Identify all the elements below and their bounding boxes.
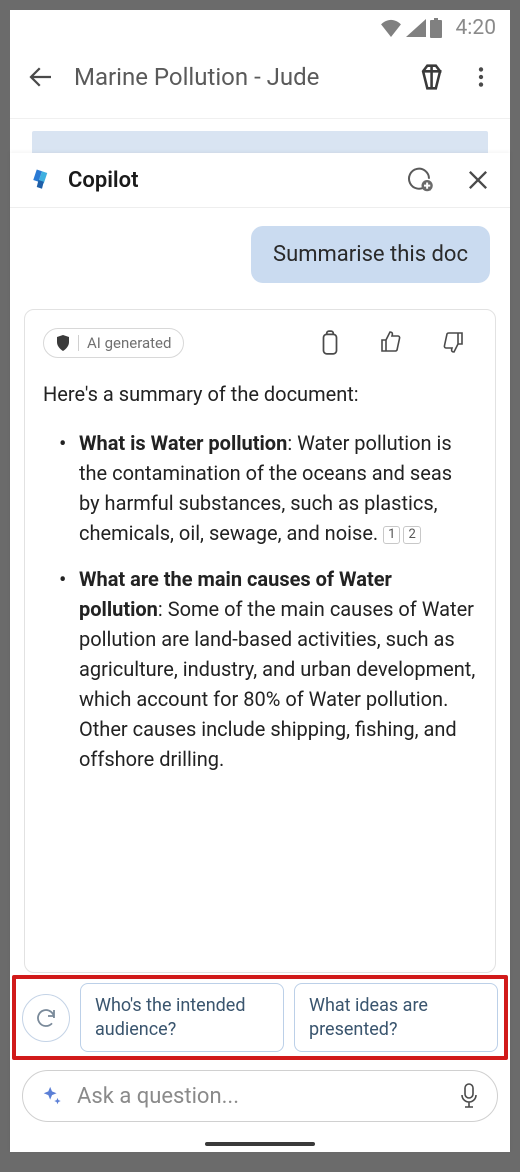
summary-bullet: What are the main causes of Water pollut… bbox=[63, 564, 477, 774]
document-preview-strip bbox=[32, 131, 488, 153]
chat-input[interactable]: Ask a question... bbox=[22, 1070, 498, 1122]
suggestion-chip-audience[interactable]: Who's the intended audience? bbox=[80, 983, 284, 1052]
citation-chip[interactable]: 1 bbox=[383, 526, 400, 544]
user-message-bubble: Summarise this doc bbox=[251, 226, 490, 283]
status-time: 4:20 bbox=[456, 16, 497, 40]
ai-badge-divider bbox=[78, 335, 79, 351]
suggestion-chip-ideas[interactable]: What ideas are presented? bbox=[294, 983, 498, 1052]
copilot-title: Copilot bbox=[68, 168, 392, 193]
more-menu-icon[interactable] bbox=[468, 64, 494, 90]
copilot-header: Copilot bbox=[10, 153, 510, 208]
copilot-logo-icon bbox=[28, 166, 56, 194]
document-title: Marine Pollution - Jude bbox=[74, 63, 398, 91]
ai-generated-badge[interactable]: AI generated bbox=[43, 328, 184, 358]
microphone-icon[interactable] bbox=[459, 1083, 479, 1109]
ai-response-card: AI generated Here's a summary of the doc… bbox=[24, 309, 496, 973]
back-arrow-icon[interactable] bbox=[26, 62, 56, 92]
wifi-icon bbox=[380, 19, 402, 37]
battery-icon bbox=[430, 18, 442, 38]
app-header: Marine Pollution - Jude bbox=[10, 46, 510, 119]
sparkle-icon bbox=[41, 1085, 63, 1107]
copilot-header-icon[interactable] bbox=[416, 60, 450, 94]
thumbs-up-icon[interactable] bbox=[379, 330, 403, 354]
new-chat-icon[interactable] bbox=[404, 165, 434, 195]
bullet-title: What is Water pollution bbox=[79, 431, 287, 455]
signal-icon bbox=[406, 19, 426, 37]
bullet-body: : Some of the main causes of Water pollu… bbox=[79, 597, 475, 771]
status-bar: 4:20 bbox=[10, 10, 510, 46]
ai-badge-label: AI generated bbox=[87, 334, 171, 352]
input-placeholder: Ask a question... bbox=[77, 1084, 445, 1109]
shield-icon bbox=[56, 335, 70, 351]
copy-icon[interactable] bbox=[319, 330, 341, 356]
response-intro-text: Here's a summary of the document: bbox=[43, 382, 477, 406]
thumbs-down-icon[interactable] bbox=[441, 330, 465, 354]
refresh-icon bbox=[34, 1006, 58, 1030]
citation-chip[interactable]: 2 bbox=[403, 526, 420, 544]
summary-bullet: What is Water pollution: Water pollution… bbox=[63, 428, 477, 548]
close-icon[interactable] bbox=[464, 166, 492, 194]
refresh-suggestions-button[interactable] bbox=[22, 994, 70, 1042]
home-indicator[interactable] bbox=[205, 1142, 315, 1146]
